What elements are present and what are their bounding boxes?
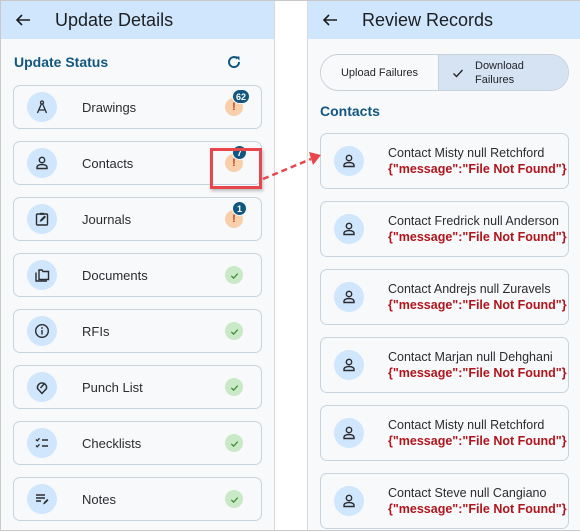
status-item-label: Notes (82, 491, 116, 507)
record-item[interactable]: Contact Andrejs null Zuravels {"message"… (320, 269, 569, 325)
record-item[interactable]: Contact Marjan null Dehghani {"message":… (320, 337, 569, 393)
warning-indicator: ! 1 (225, 201, 247, 228)
error-count-badge: 1 (232, 201, 247, 216)
refresh-button[interactable] (224, 52, 244, 72)
download-failures-tab[interactable]: Download Failures (439, 55, 568, 90)
check-icon (230, 328, 238, 335)
record-item[interactable]: Contact Steve null Cangiano {"message":"… (320, 473, 569, 529)
section-header: Update Status (1, 39, 274, 85)
status-item-contacts[interactable]: Contacts ! 7 (13, 141, 262, 185)
success-indicator (225, 322, 243, 340)
person-icon (343, 154, 355, 168)
success-indicator (225, 266, 243, 284)
status-item-journals[interactable]: Journals ! 1 (13, 197, 262, 241)
punch-pin-icon (36, 382, 48, 395)
upload-failures-tab[interactable]: Upload Failures (321, 55, 439, 90)
notes-edit-icon (36, 494, 49, 505)
error-count-badge: 62 (232, 89, 251, 104)
folders-icon (35, 269, 50, 282)
success-indicator (225, 378, 243, 396)
check-icon (230, 272, 238, 279)
warning-indicator: ! 62 (225, 89, 251, 116)
status-item-label: Drawings (82, 99, 137, 115)
status-list: Drawings ! 62 Contacts ! 7 Journals ! 1 … (1, 85, 274, 521)
person-icon (343, 290, 355, 304)
error-count-badge: 7 (232, 145, 247, 160)
person-icon (343, 426, 355, 440)
section-title: Update Status (14, 54, 109, 70)
person-icon (36, 156, 48, 170)
record-name: Contact Fredrick null Anderson (388, 214, 559, 228)
status-item-notes[interactable]: Notes (13, 477, 262, 521)
check-icon (230, 496, 238, 503)
failed-records-list: Contact Misty null Retchford {"message":… (308, 133, 580, 529)
status-item-label: Documents (82, 267, 148, 283)
status-item-checklists[interactable]: Checklists (13, 421, 262, 465)
record-name: Contact Misty null Retchford (388, 418, 545, 432)
app-bar: Review Records (308, 1, 580, 39)
record-error: {"message":"File Not Found"} (388, 230, 567, 244)
record-item[interactable]: Contact Fredrick null Anderson {"message… (320, 201, 569, 257)
arrow-left-icon (15, 14, 30, 26)
status-item-label: Journals (82, 211, 132, 227)
record-error: {"message":"File Not Found"} (388, 434, 567, 448)
record-error: {"message":"File Not Found"} (388, 298, 567, 312)
status-item-drawings[interactable]: Drawings ! 62 (13, 85, 262, 129)
record-item[interactable]: Contact Misty null Retchford {"message":… (320, 133, 569, 189)
record-name: Contact Andrejs null Zuravels (388, 282, 551, 296)
record-error: {"message":"File Not Found"} (388, 366, 567, 380)
back-button[interactable] (13, 10, 33, 30)
compass-icon (36, 100, 48, 114)
record-name: Contact Steve null Cangiano (388, 486, 547, 500)
check-icon (453, 69, 463, 77)
person-icon (343, 222, 355, 236)
check-icon (230, 384, 238, 391)
app-bar: Update Details (1, 1, 274, 39)
status-item-punch-list[interactable]: Punch List (13, 365, 262, 409)
status-item-label: Contacts (82, 155, 134, 171)
status-item-rfis[interactable]: RFIs (13, 309, 262, 353)
record-error: {"message":"File Not Found"} (388, 162, 567, 176)
status-item-label: Punch List (82, 379, 143, 395)
upload-failures-label: Upload Failures (340, 66, 419, 79)
record-item[interactable]: Contact Misty null Retchford {"message":… (320, 405, 569, 461)
screenshot-stage: Update Details Update Status Drawings ! … (0, 0, 580, 531)
check-icon (230, 440, 238, 447)
record-name: Contact Misty null Retchford (388, 146, 545, 160)
person-icon (343, 358, 355, 372)
download-failures-label-line2: Failures (475, 73, 515, 86)
page-title: Update Details (55, 9, 174, 30)
section-title: Contacts (320, 103, 380, 119)
back-button[interactable] (320, 10, 340, 30)
update-details-screen: Update Details Update Status Drawings ! … (1, 1, 275, 530)
success-indicator (225, 490, 243, 508)
status-item-documents[interactable]: Documents (13, 253, 262, 297)
failure-type-toggle: Upload Failures Download Failures (320, 54, 569, 91)
record-error: {"message":"File Not Found"} (388, 502, 567, 516)
refresh-icon (228, 56, 241, 69)
warning-indicator: ! 7 (225, 145, 247, 172)
status-item-label: Checklists (82, 435, 142, 451)
person-icon (343, 494, 355, 508)
success-indicator (225, 434, 243, 452)
info-icon (34, 323, 50, 339)
checklist-icon (35, 437, 48, 448)
page-title: Review Records (362, 9, 494, 30)
status-item-label: RFIs (82, 323, 110, 339)
download-failures-label-line1: Download (475, 59, 524, 72)
review-records-screen: Review Records Upload Failures Download … (307, 1, 580, 530)
clipboard-edit-icon (35, 212, 49, 226)
record-name: Contact Marjan null Dehghani (388, 350, 553, 364)
arrow-left-icon (322, 14, 337, 26)
